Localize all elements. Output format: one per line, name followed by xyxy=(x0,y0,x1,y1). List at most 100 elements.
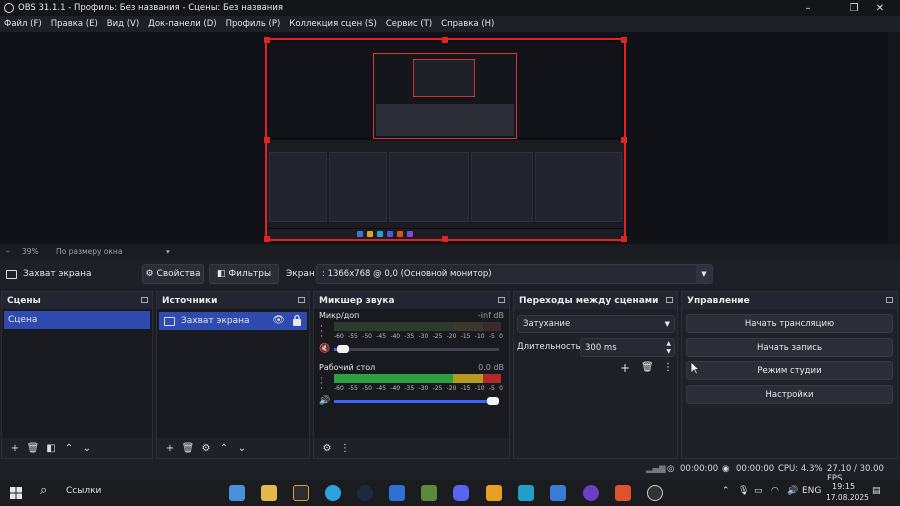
trash-icon[interactable]: 🗑 xyxy=(641,362,654,373)
slider-knob[interactable] xyxy=(337,345,350,353)
microphone-icon[interactable]: 🎙 xyxy=(738,486,749,496)
menu-scene-collection[interactable]: Коллекция сцен (S) xyxy=(289,19,377,29)
filters-button[interactable]: ◧ Фильтры xyxy=(209,264,279,284)
more-icon[interactable]: · · · xyxy=(320,323,323,342)
transform-handle[interactable] xyxy=(264,37,270,43)
add-icon[interactable]: + xyxy=(620,361,630,375)
monitor-icon xyxy=(6,269,17,279)
discord-icon[interactable] xyxy=(453,485,469,501)
search-icon[interactable]: ⌕ xyxy=(40,483,47,498)
chevron-down-icon[interactable]: ▾ xyxy=(166,247,170,256)
windows-taskbar: ⌕ Ссылки ⌃ 🎙 ▭ ◠ 🔊 ENG 19:15 17.08.2025 … xyxy=(0,480,900,506)
transition-select[interactable]: Затухание ▼ xyxy=(517,315,675,333)
obs-icon[interactable] xyxy=(647,485,663,501)
properties-button[interactable]: ⚙ Свойства xyxy=(142,264,204,284)
menu-tools[interactable]: Сервис (T) xyxy=(386,19,432,29)
studio-mode-button[interactable]: Режим студии xyxy=(686,361,893,380)
minimize-button[interactable]: – xyxy=(788,0,828,16)
undock-icon[interactable] xyxy=(666,297,673,303)
preview-scrollbar[interactable] xyxy=(888,32,900,244)
transform-handle[interactable] xyxy=(621,37,627,43)
list-item[interactable]: Захват экрана 👁 xyxy=(159,312,307,330)
screen-select[interactable]: : 1366x768 @ 0,0 (Основной монитор) ▼ xyxy=(316,264,713,284)
duration-input[interactable]: 300 ms ▲ ▼ xyxy=(580,338,675,357)
mute-icon[interactable]: 🔇 xyxy=(319,344,330,354)
gear-icon[interactable]: ⚙ xyxy=(197,443,215,454)
transform-handle[interactable] xyxy=(264,236,270,242)
battery-icon[interactable]: ▭ xyxy=(754,486,763,496)
zoom-fit-mode[interactable]: По размеру окна xyxy=(56,247,166,256)
filter-icon[interactable]: ◧ xyxy=(42,443,60,454)
undock-icon[interactable] xyxy=(498,297,505,303)
list-item[interactable]: Сцена xyxy=(4,311,150,329)
add-icon[interactable]: + xyxy=(6,443,24,454)
lock-icon[interactable] xyxy=(292,314,302,327)
steam-icon[interactable] xyxy=(357,485,373,501)
captured-app-icon xyxy=(357,231,363,237)
trash-icon[interactable]: 🗑 xyxy=(24,443,42,454)
minecraft-icon[interactable] xyxy=(421,485,437,501)
gear-icon[interactable]: ⚙ xyxy=(318,443,336,454)
undock-icon[interactable] xyxy=(141,297,148,303)
zoom-out-button[interactable]: – xyxy=(6,247,20,256)
brave-icon[interactable] xyxy=(615,485,631,501)
transform-handle[interactable] xyxy=(621,137,627,143)
menu-file[interactable]: Файл (F) xyxy=(4,19,42,29)
speaker-icon[interactable]: 🔊 xyxy=(319,396,330,406)
volume-slider[interactable] xyxy=(334,345,499,353)
app-icon[interactable] xyxy=(550,485,566,501)
meter-scale: -60 -55 -50 -45 -40 -35 -30 -25 -20 -15 -10 -5 0 xyxy=(334,333,503,340)
channel-name: Рабочий стол xyxy=(319,363,376,372)
language-indicator[interactable]: ENG xyxy=(802,486,821,496)
clock-time[interactable]: 19:15 xyxy=(832,482,855,491)
speaker-icon[interactable]: 🔊 xyxy=(787,486,798,496)
chevron-down-icon[interactable]: ⌄ xyxy=(78,443,96,454)
stream-icon: ◎ xyxy=(667,464,675,474)
chevron-up-icon[interactable]: ⌃ xyxy=(60,443,78,454)
volume-slider[interactable] xyxy=(334,397,499,405)
app-icon[interactable] xyxy=(583,485,599,501)
chevron-down-icon[interactable]: ⌄ xyxy=(233,443,251,454)
screen-capture-preview[interactable] xyxy=(265,38,626,241)
mixer-title: Микшер звука xyxy=(319,295,395,306)
transform-handle[interactable] xyxy=(442,236,448,242)
wifi-icon[interactable]: ◠ xyxy=(771,486,779,496)
close-button[interactable]: ✕ xyxy=(860,0,900,16)
more-icon[interactable]: ⋮ xyxy=(663,362,673,373)
more-icon[interactable]: ⋮ xyxy=(336,443,354,454)
chevron-up-icon[interactable]: ⌃ xyxy=(722,486,730,496)
menu-docks[interactable]: Док-панели (D) xyxy=(148,19,216,29)
start-recording-button[interactable]: Начать запись xyxy=(686,338,893,357)
spin-arrows-icon[interactable]: ▲ ▼ xyxy=(666,340,671,356)
app-icon[interactable] xyxy=(293,485,309,501)
trash-icon[interactable]: 🗑 xyxy=(179,443,197,454)
menu-profile[interactable]: Профиль (P) xyxy=(226,19,281,29)
menu-edit[interactable]: Правка (E) xyxy=(51,19,98,29)
chevron-up-icon[interactable]: ⌃ xyxy=(215,443,233,454)
start-streaming-button[interactable]: Начать трансляцию xyxy=(686,314,893,333)
slider-knob[interactable] xyxy=(487,397,499,405)
undock-icon[interactable] xyxy=(298,297,305,303)
clock-date[interactable]: 17.08.2025 xyxy=(826,493,869,502)
add-icon[interactable]: + xyxy=(161,443,179,454)
undock-icon[interactable] xyxy=(886,297,893,303)
telegram-icon[interactable] xyxy=(325,485,341,501)
more-icon[interactable]: · · · xyxy=(320,375,323,394)
settings-button[interactable]: Настройки xyxy=(686,385,893,404)
sublime-icon[interactable] xyxy=(486,485,502,501)
windows-start-icon[interactable] xyxy=(10,487,22,499)
transform-handle[interactable] xyxy=(621,236,627,242)
vpn-icon[interactable] xyxy=(518,485,534,501)
folder-icon[interactable] xyxy=(261,485,277,501)
menu-view[interactable]: Вид (V) xyxy=(107,19,139,29)
transform-handle[interactable] xyxy=(264,137,270,143)
app-icon[interactable] xyxy=(389,485,405,501)
taskbar-search-label[interactable]: Ссылки xyxy=(66,486,101,496)
eye-icon[interactable]: 👁 xyxy=(272,315,285,326)
notification-icon[interactable]: ▤ xyxy=(872,486,881,496)
record-time: 00:00:00 xyxy=(736,464,775,474)
transform-handle[interactable] xyxy=(442,37,448,43)
scenes-title: Сцены xyxy=(7,295,41,306)
store-icon[interactable] xyxy=(229,485,245,501)
menu-help[interactable]: Справка (H) xyxy=(441,19,494,29)
